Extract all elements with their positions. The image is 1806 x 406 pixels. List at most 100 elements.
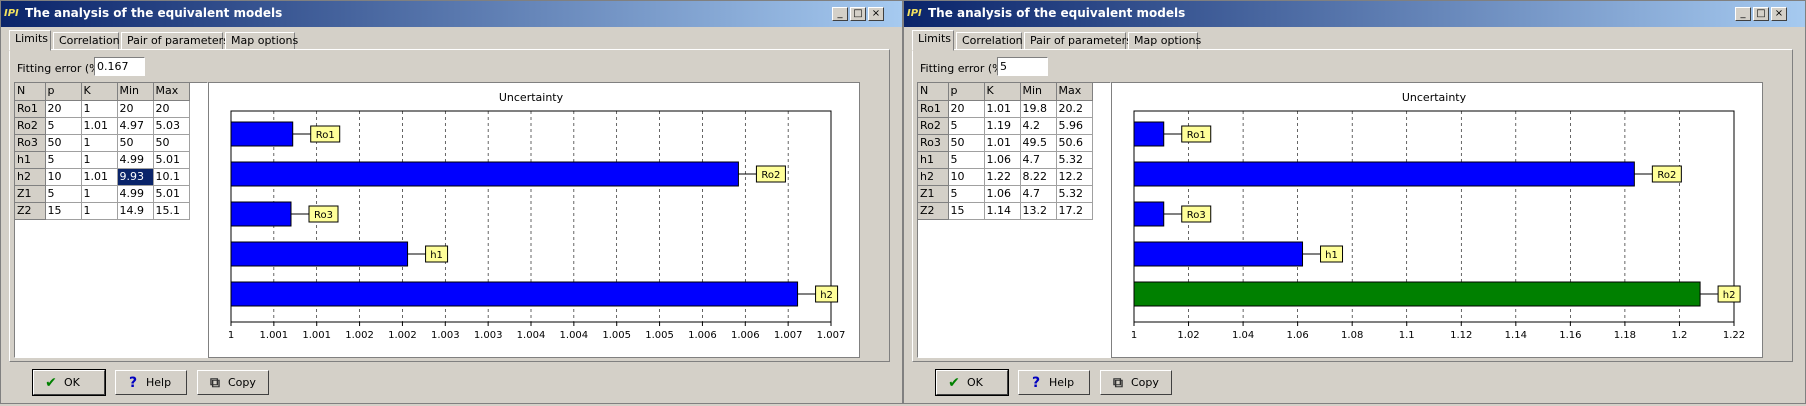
minimize-button[interactable]: _ xyxy=(832,7,848,21)
table-cell[interactable]: 1 xyxy=(81,202,118,220)
table-cell[interactable]: 17.2 xyxy=(1056,202,1093,220)
parameters-grid[interactable]: Np K Min Max Ro1 20 1.01 19.8 20.2 Ro2 5 1.19 4.2 5.9… xyxy=(917,82,1111,358)
row-header-cell: Z1 xyxy=(15,185,46,203)
app-icon: IPI xyxy=(4,8,19,19)
maximize-button[interactable]: □ xyxy=(1753,7,1769,21)
table-cell[interactable]: 1 xyxy=(81,100,118,118)
row-header-cell: Ro2 xyxy=(15,117,46,135)
table-cell[interactable]: 5 xyxy=(45,117,82,135)
table-cell[interactable]: 5.01 xyxy=(153,185,190,203)
table-cell[interactable]: 5 xyxy=(948,151,985,169)
bar-h2 xyxy=(1133,281,1701,307)
tab-pair-of-parameters[interactable]: Pair of parameters xyxy=(121,32,229,50)
x-tick-label: 1.16 xyxy=(1559,330,1581,341)
table-cell[interactable]: 1.19 xyxy=(984,117,1021,135)
table-cell[interactable]: 49.5 xyxy=(1020,134,1057,152)
table-cell[interactable]: 15 xyxy=(45,202,82,220)
x-tick-label: 1.003 xyxy=(431,330,460,341)
tab-map-options[interactable]: Map options xyxy=(225,32,298,50)
table-cell[interactable]: 1.14 xyxy=(984,202,1021,220)
tab-correlation[interactable]: Correlation xyxy=(956,32,1023,50)
table-cell[interactable]: 20.2 xyxy=(1056,100,1093,118)
table-cell[interactable]: 5 xyxy=(948,185,985,203)
table-cell[interactable]: 4.99 xyxy=(117,185,154,203)
table-cell[interactable]: 20 xyxy=(153,100,190,118)
help-button[interactable]: ? Help xyxy=(1018,370,1090,395)
table-cell[interactable]: 1.06 xyxy=(984,185,1021,203)
title-bar[interactable]: IPI The analysis of the equivalent models… xyxy=(1,1,902,27)
minimize-button[interactable]: _ xyxy=(1735,7,1751,21)
parameters-table: Np K Min Max Ro1 20 1.01 19.8 20.2 Ro2 5 1.19 4.2 5.9… xyxy=(918,83,1093,220)
tab-limits[interactable]: Limits xyxy=(912,30,954,51)
tab-pair-of-parameters[interactable]: Pair of parameters xyxy=(1024,32,1132,50)
help-button[interactable]: ? Help xyxy=(115,370,187,395)
column-header-p: p xyxy=(45,83,82,101)
table-cell[interactable]: 50 xyxy=(45,134,82,152)
table-cell[interactable]: 10.1 xyxy=(153,168,190,186)
x-tick-label: 1.2 xyxy=(1672,330,1688,341)
maximize-button[interactable]: □ xyxy=(850,7,866,21)
table-cell[interactable]: 1.06 xyxy=(984,151,1021,169)
copy-button[interactable]: ⧉ Copy xyxy=(1100,370,1172,395)
table-cell[interactable]: 5 xyxy=(45,151,82,169)
parameters-grid[interactable]: Np K Min Max Ro1 20 1 20 20 Ro2 5 1.01 4.97 5.03 Ro3 50… xyxy=(14,82,208,358)
table-cell[interactable]: 1.01 xyxy=(81,117,118,135)
table-cell[interactable]: 5.01 xyxy=(153,151,190,169)
table-cell[interactable]: 50 xyxy=(117,134,154,152)
table-cell[interactable]: 1.01 xyxy=(984,100,1021,118)
table-cell[interactable]: 19.8 xyxy=(1020,100,1057,118)
table-cell[interactable]: 5.96 xyxy=(1056,117,1093,135)
table-cell[interactable]: 20 xyxy=(117,100,154,118)
table-cell[interactable]: 1.01 xyxy=(984,134,1021,152)
ok-button[interactable]: ✔ OK xyxy=(935,369,1009,396)
tab-correlation[interactable]: Correlation xyxy=(53,32,120,50)
table-cell[interactable]: 5.32 xyxy=(1056,185,1093,203)
table-cell[interactable]: 4.7 xyxy=(1020,151,1057,169)
uncertainty-chart: Uncertainty 1 1.001 1.001 1.002 1.002 1.003 1.0… xyxy=(208,82,860,358)
table-cell[interactable]: 5.32 xyxy=(1056,151,1093,169)
table-cell[interactable]: 1 xyxy=(81,151,118,169)
table-cell[interactable]: 5 xyxy=(45,185,82,203)
table-cell[interactable]: 1 xyxy=(81,134,118,152)
table-cell[interactable]: 4.97 xyxy=(117,117,154,135)
table-cell[interactable]: 20 xyxy=(45,100,82,118)
ok-button[interactable]: ✔ OK xyxy=(32,369,106,396)
bar-ro3 xyxy=(1133,201,1165,227)
copy-button-label: Copy xyxy=(228,376,256,389)
table-cell[interactable]: 50 xyxy=(153,134,190,152)
copy-button[interactable]: ⧉ Copy xyxy=(197,370,269,395)
bar-ro2 xyxy=(230,161,739,187)
table-cell[interactable]: 5.03 xyxy=(153,117,190,135)
title-bar[interactable]: IPI The analysis of the equivalent models… xyxy=(904,1,1805,27)
table-cell[interactable]: 15.1 xyxy=(153,202,190,220)
table-cell[interactable]: 4.2 xyxy=(1020,117,1057,135)
table-cell[interactable]: 10 xyxy=(45,168,82,186)
table-cell[interactable]: 10 xyxy=(948,168,985,186)
check-icon: ✔ xyxy=(948,375,960,391)
table-cell[interactable]: 13.2 xyxy=(1020,202,1057,220)
table-cell[interactable]: 1.22 xyxy=(984,168,1021,186)
table-cell[interactable]: 20 xyxy=(948,100,985,118)
x-tick-label: 1.005 xyxy=(645,330,674,341)
table-cell[interactable]: 50.6 xyxy=(1056,134,1093,152)
table-cell[interactable]: 15 xyxy=(948,202,985,220)
table-cell[interactable]: 1.01 xyxy=(81,168,118,186)
table-cell[interactable]: 14.9 xyxy=(117,202,154,220)
tab-map-options[interactable]: Map options xyxy=(1128,32,1201,50)
table-cell[interactable]: 4.99 xyxy=(117,151,154,169)
table-cell[interactable]: 1 xyxy=(81,185,118,203)
tab-limits[interactable]: Limits xyxy=(9,30,51,51)
fitting-error-input[interactable]: 0.167 xyxy=(94,57,145,76)
x-tick-label: 1.003 xyxy=(474,330,503,341)
fitting-error-input[interactable]: 5 xyxy=(997,57,1048,76)
table-row: Z2 15 1.14 13.2 17.2 xyxy=(918,202,1093,220)
table-cell[interactable]: 9.93 xyxy=(117,168,154,186)
close-button[interactable]: × xyxy=(1771,7,1787,21)
table-cell[interactable]: 12.2 xyxy=(1056,168,1093,186)
close-button[interactable]: × xyxy=(868,7,884,21)
table-cell[interactable]: 5 xyxy=(948,117,985,135)
x-tick-label: 1.001 xyxy=(260,330,289,341)
table-cell[interactable]: 4.7 xyxy=(1020,185,1057,203)
table-cell[interactable]: 8.22 xyxy=(1020,168,1057,186)
table-cell[interactable]: 50 xyxy=(948,134,985,152)
